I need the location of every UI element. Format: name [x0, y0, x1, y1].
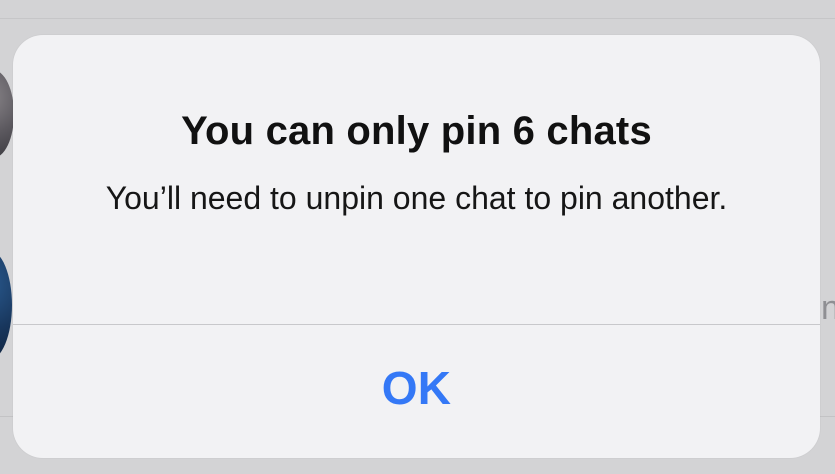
- ok-button-label: OK: [381, 361, 452, 414]
- alert-content: You can only pin 6 chats You’ll need to …: [13, 35, 820, 324]
- alert-dialog: You can only pin 6 chats You’ll need to …: [13, 35, 820, 458]
- background-avatar-1: [0, 70, 14, 158]
- background-avatar-2: [0, 250, 12, 360]
- alert-title: You can only pin 6 chats: [181, 109, 652, 153]
- background-divider-top: [0, 18, 835, 19]
- ok-button[interactable]: OK: [13, 325, 820, 458]
- background-text-fragment: n: [821, 291, 835, 325]
- alert-message: You’ll need to unpin one chat to pin ano…: [105, 180, 728, 216]
